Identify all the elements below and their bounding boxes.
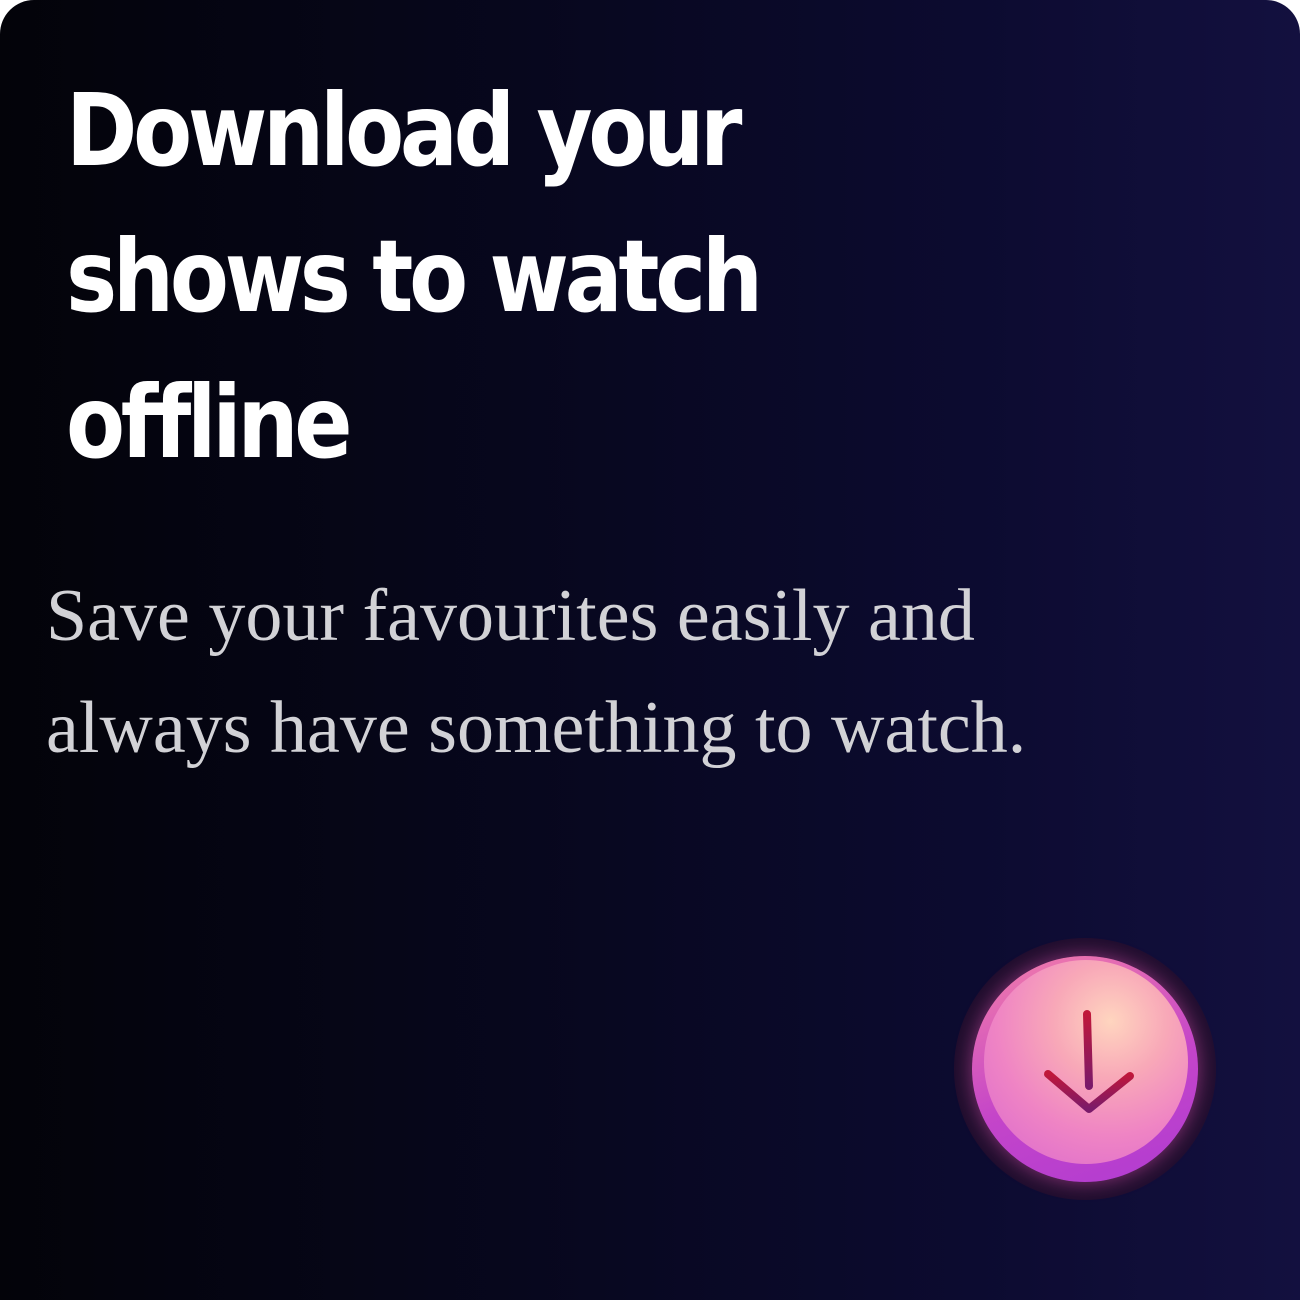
- promo-subtitle-line: Save your favourites easily and: [46, 575, 975, 657]
- promo-subtitle-line: always have something to watch.: [46, 687, 1027, 769]
- promo-subtitle: Save your favourites easily and always h…: [46, 560, 1266, 784]
- promo-title: Download your shows to watch offline: [66, 58, 771, 496]
- arrow-down-icon: [1044, 1010, 1134, 1113]
- promo-title-line: offline: [66, 364, 353, 481]
- promo-title-line: Download your: [66, 72, 742, 189]
- promo-card: Download your shows to watch offline Sav…: [0, 0, 1300, 1300]
- promo-title-line: shows to watch: [66, 218, 763, 335]
- download-button[interactable]: [954, 938, 1216, 1200]
